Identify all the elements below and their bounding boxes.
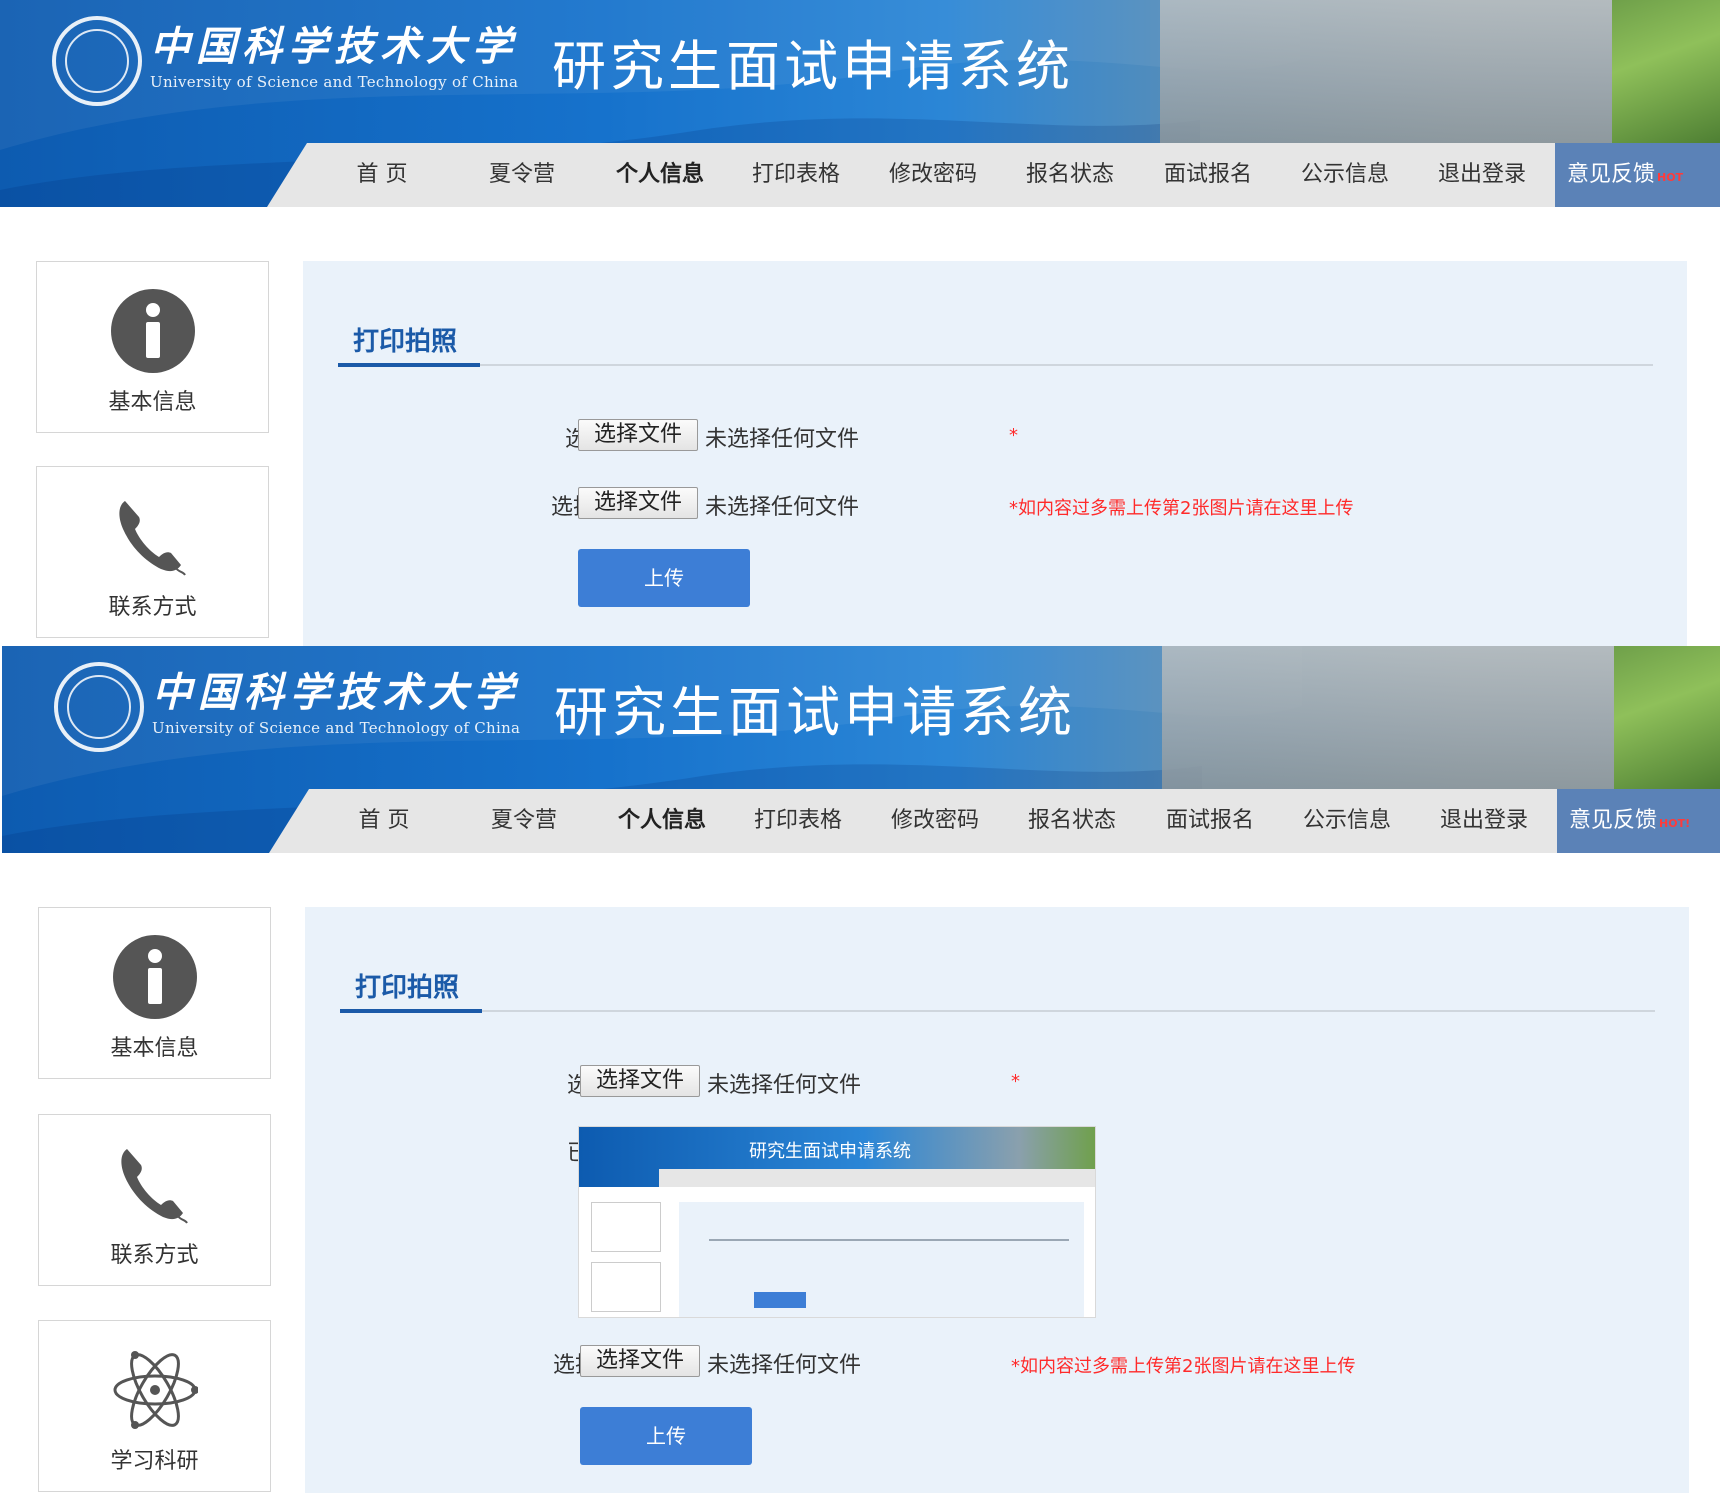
screenshot-after-upload: 中国科学技术大学 University of Science and Techn… (2, 646, 1720, 1493)
nav-registration-status[interactable]: 报名状态 (1017, 789, 1127, 853)
sidebar-item-label: 联系方式 (108, 595, 197, 620)
info-circle-icon (112, 934, 198, 1020)
banner-stone-photo (1162, 646, 1622, 789)
photo2-choose-file-button[interactable]: 选择文件 (580, 1345, 700, 1377)
nav-logout[interactable]: 退出登录 (1429, 789, 1539, 853)
panel-title-underline (340, 1009, 482, 1013)
info-circle-icon (110, 288, 196, 374)
photo2-choose-file-button[interactable]: 选择文件 (578, 487, 698, 519)
photo2-file-status: 未选择任何文件 (707, 1353, 862, 1378)
photo2-hint: *如内容过多需上传第2张图片请在这里上传 (1011, 1356, 1356, 1377)
nav-print-form[interactable]: 打印表格 (741, 143, 851, 207)
sidebar-item-basic-info[interactable]: 基本信息 (38, 907, 271, 1079)
university-name-cn: 中国科学技术大学 (152, 669, 520, 716)
nav-feedback[interactable]: 意见反馈 HOT (1555, 143, 1720, 207)
nav-feedback[interactable]: 意见反馈 HOT! (1557, 789, 1720, 853)
nav-personal-info[interactable]: 个人信息 (607, 789, 717, 853)
system-title: 研究生面试申请系统 (552, 35, 1074, 98)
panel-divider (338, 364, 1653, 366)
thumbnail-upload-button (754, 1292, 806, 1308)
photo1-choose-file-button[interactable]: 选择文件 (578, 419, 698, 451)
photo1-file-status: 未选择任何文件 (707, 1073, 862, 1098)
main-nav: 首 页 夏令营 个人信息 打印表格 修改密码 报名状态 面试报名 公示信息 退出… (267, 143, 1559, 207)
photo2-file-status: 未选择任何文件 (705, 495, 860, 520)
sidebar-item-contact[interactable]: 联系方式 (36, 466, 269, 638)
upload-button[interactable]: 上传 (578, 549, 750, 607)
photo1-required-mark: * (1009, 425, 1018, 446)
university-name-en: University of Science and Technology of … (152, 719, 521, 737)
thumbnail-system-title: 研究生面试申请系统 (749, 1141, 911, 1162)
photo1-file-status: 未选择任何文件 (705, 427, 860, 452)
panel-title-underline (338, 363, 480, 367)
university-name-en: University of Science and Technology of … (150, 73, 519, 91)
nav-print-form[interactable]: 打印表格 (743, 789, 853, 853)
university-name-cn: 中国科学技术大学 (150, 23, 518, 70)
nav-registration-status[interactable]: 报名状态 (1015, 143, 1125, 207)
photo-panel: 打印拍照 选择照片： 选择文件 未选择任何文件 * 选择照片2： 选择文件 未选… (303, 261, 1687, 646)
banner-greenery-photo (1612, 0, 1720, 143)
nav-change-password[interactable]: 修改密码 (880, 789, 990, 853)
sidebar-item-basic-info[interactable]: 基本信息 (36, 261, 269, 433)
photo1-required-mark: * (1011, 1071, 1020, 1092)
thumbnail-panel (679, 1202, 1084, 1317)
upload-button[interactable]: 上传 (580, 1407, 752, 1465)
nav-interview-signup[interactable]: 面试报名 (1155, 789, 1265, 853)
nav-summer-camp[interactable]: 夏令营 (467, 143, 577, 207)
photo1-choose-file-button[interactable]: 选择文件 (580, 1065, 700, 1097)
atom-icon (112, 1347, 198, 1433)
sidebar-item-label: 联系方式 (110, 1243, 199, 1268)
uploaded-photo-thumbnail: 研究生面试申请系统 (578, 1126, 1096, 1318)
system-title: 研究生面试申请系统 (554, 681, 1076, 744)
nav-public-info[interactable]: 公示信息 (1292, 789, 1402, 853)
thumbnail-nav (659, 1169, 1095, 1187)
feedback-label: 意见反馈 (1569, 808, 1658, 833)
sidebar-item-label: 学习科研 (110, 1449, 199, 1474)
nav-personal-info[interactable]: 个人信息 (605, 143, 715, 207)
screenshot-before-upload: 中国科学技术大学 University of Science and Techn… (0, 0, 1720, 646)
sidebar-item-research[interactable]: 学习科研 (38, 1320, 271, 1492)
thumbnail-tile (591, 1202, 661, 1252)
phone-handset-icon (110, 493, 196, 579)
university-seal-icon (54, 662, 144, 752)
main-nav: 首 页 夏令营 个人信息 打印表格 修改密码 报名状态 面试报名 公示信息 退出… (269, 789, 1561, 853)
thumbnail-tile (591, 1262, 661, 1312)
nav-summer-camp[interactable]: 夏令营 (469, 789, 579, 853)
panel-title: 打印拍照 (355, 973, 460, 1003)
nav-logout[interactable]: 退出登录 (1427, 143, 1537, 207)
banner-greenery-photo (1614, 646, 1720, 789)
photo2-hint: *如内容过多需上传第2张图片请在这里上传 (1009, 498, 1354, 519)
panel-divider (340, 1010, 1655, 1012)
feedback-label: 意见反馈 (1567, 162, 1656, 187)
panel-title: 打印拍照 (353, 327, 458, 357)
hot-badge: HOT! (1659, 817, 1691, 830)
nav-home[interactable]: 首 页 (327, 143, 437, 207)
sidebar-item-contact[interactable]: 联系方式 (38, 1114, 271, 1286)
nav-interview-signup[interactable]: 面试报名 (1153, 143, 1263, 207)
nav-public-info[interactable]: 公示信息 (1290, 143, 1400, 207)
sidebar-item-label: 基本信息 (110, 1036, 199, 1061)
phone-handset-icon (112, 1141, 198, 1227)
nav-change-password[interactable]: 修改密码 (878, 143, 988, 207)
banner-stone-photo (1160, 0, 1620, 143)
nav-home[interactable]: 首 页 (329, 789, 439, 853)
hot-badge: HOT (1657, 171, 1684, 184)
university-seal-icon (52, 16, 142, 106)
thumbnail-divider (709, 1239, 1069, 1241)
sidebar-item-label: 基本信息 (108, 390, 197, 415)
